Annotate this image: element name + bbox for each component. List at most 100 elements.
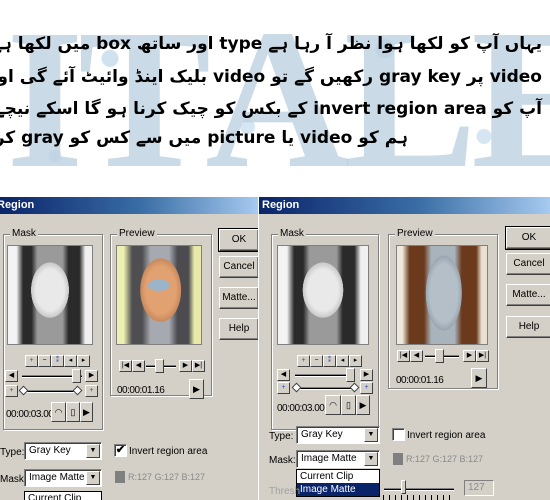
preview-last-button[interactable]: ▶| (192, 360, 205, 372)
mask-time-display: 00:00:03.00 (277, 403, 325, 414)
prev-keyframe-button[interactable]: ◂ (336, 355, 349, 367)
play-icon: ▶ (193, 384, 200, 394)
next-keyframe-button[interactable]: ▸ (349, 355, 362, 367)
dialog-titlebar[interactable]: Region (0, 197, 258, 214)
range-track[interactable] (295, 387, 355, 390)
threshold-ticks (383, 495, 455, 500)
invert-region-checkbox[interactable]: ✔ (114, 444, 127, 457)
play-icon: ▶ (83, 407, 90, 417)
preview-timeline-thumb[interactable] (155, 359, 164, 373)
start-keyframe-button[interactable]: + (5, 385, 18, 397)
mask-group-label: Mask (278, 228, 306, 239)
first-frame-icon: |◀ (399, 352, 408, 359)
step-forward-button[interactable]: ▶ (85, 370, 98, 382)
dropdown-option[interactable]: Current Clip (297, 470, 379, 483)
region-dialog-left: Region Mask + − ⁑ ◂ ▸ ◀ ▶ + + 00:00:03.0… (0, 197, 258, 500)
chevron-down-icon[interactable]: ▼ (86, 471, 100, 485)
chevron-down-icon[interactable]: ▼ (86, 444, 100, 458)
preview-timeline-thumb[interactable] (435, 349, 444, 363)
step-forward-icon: ▶ (363, 371, 370, 378)
invert-region-checkbox[interactable] (392, 428, 405, 441)
step-back-button[interactable]: ◀ (5, 370, 18, 382)
rgb-readout: R:127 G:127 B:127 (406, 454, 484, 464)
dialog-titlebar[interactable]: Region (259, 197, 550, 214)
range-track[interactable] (22, 390, 78, 393)
cancel-button[interactable]: Cancel (219, 256, 258, 278)
next-keyframe-button[interactable]: ▸ (77, 355, 90, 367)
help-button[interactable]: Help (219, 318, 258, 340)
mask-timeline-thumb[interactable] (346, 368, 355, 382)
add-keyframe-icon: + (301, 357, 306, 364)
step-forward-button[interactable]: ▶ (360, 369, 373, 381)
start-keyframe-button[interactable]: + (277, 382, 290, 394)
step-back-button[interactable]: ◀ (277, 369, 290, 381)
threshold-spinbox[interactable]: 127 (464, 480, 494, 496)
threshold-thumb[interactable] (401, 480, 406, 494)
delete-keyframe-button[interactable]: − (310, 355, 323, 367)
preview-prev-button[interactable]: ◀ (132, 360, 145, 372)
preview-last-button[interactable]: ▶| (476, 350, 489, 362)
keyframe-tool-button[interactable]: ⁑ (323, 355, 336, 367)
next-frame-icon: ▶ (466, 352, 473, 359)
cancel-button[interactable]: Cancel (506, 253, 550, 275)
key-color-swatch[interactable] (393, 453, 403, 465)
type-label: Type: (269, 431, 294, 442)
mask-field-label: Mask: (0, 474, 27, 485)
dropdown-option-selected[interactable]: Image Matte (297, 483, 379, 496)
type-select-value: Gray Key (29, 445, 71, 456)
mask-timeline-thumb[interactable] (72, 369, 81, 383)
preview-first-button[interactable]: |◀ (119, 360, 132, 372)
first-frame-icon: |◀ (121, 362, 130, 369)
prev-keyframe-button[interactable]: ◂ (64, 355, 77, 367)
key-color-swatch[interactable] (115, 471, 125, 483)
next-frame-icon: ▶ (182, 362, 189, 369)
preview-next-button[interactable]: ▶ (463, 350, 476, 362)
last-frame-icon: ▶| (194, 362, 203, 369)
mask-play-button[interactable]: ▶ (80, 402, 93, 422)
instruction-line: آپ کو invert region area کے بکس کو چیک ک… (0, 99, 542, 119)
mask-clip-button[interactable]: ▯ (66, 402, 80, 422)
invert-region-label: Invert region area (129, 446, 208, 457)
type-select-value: Gray Key (301, 429, 343, 440)
preview-play-button[interactable]: ▶ (189, 379, 204, 399)
preview-first-button[interactable]: |◀ (397, 350, 410, 362)
type-select[interactable]: Gray Key ▼ (24, 442, 102, 460)
add-keyframe-button[interactable]: + (25, 355, 38, 367)
mask-clip-button[interactable]: ▯ (341, 395, 356, 415)
chevron-down-icon[interactable]: ▼ (364, 428, 378, 442)
mask-fit-button[interactable]: ◠ (51, 402, 66, 422)
preview-group-label: Preview (395, 228, 435, 239)
delete-keyframe-button[interactable]: − (38, 355, 51, 367)
preview-play-button[interactable]: ▶ (471, 368, 487, 388)
end-keyframe-button[interactable]: + (360, 382, 373, 394)
preview-image (116, 245, 202, 345)
matte-button[interactable]: Matte... (506, 284, 550, 306)
rgb-readout: R:127 G:127 B:127 (128, 472, 206, 482)
threshold-track[interactable] (384, 488, 454, 491)
add-keyframe-button[interactable]: + (297, 355, 310, 367)
dropdown-option[interactable]: Current Clip (25, 492, 101, 500)
preview-image (396, 245, 488, 345)
ok-button[interactable]: OK (505, 226, 550, 250)
matte-button[interactable]: Matte... (219, 287, 258, 309)
preview-time-display: 00:00:01.16 (396, 375, 444, 386)
mask-select[interactable]: Image Matte ▼ (296, 450, 380, 468)
mask-select[interactable]: Image Matte ▼ (24, 469, 102, 487)
mask-field-label: Mask: (269, 455, 296, 466)
mask-play-button[interactable]: ▶ (356, 395, 370, 415)
preview-prev-button[interactable]: ◀ (410, 350, 423, 362)
preview-next-button[interactable]: ▶ (179, 360, 192, 372)
keyframe-tool-button[interactable]: ⁑ (51, 355, 64, 367)
instruction-line: یہاں آپ کو لکھا ہوا نظر آ رہا ہے type او… (0, 34, 542, 54)
help-button[interactable]: Help (506, 316, 550, 338)
region-dialog-right: Region Mask + − ⁑ ◂ ▸ ◀ ▶ + + 00:00:03.0… (258, 197, 550, 500)
mask-image (277, 245, 369, 345)
preview-time-display: 00:00:01.16 (117, 385, 165, 396)
mask-fit-button[interactable]: ◠ (325, 395, 341, 415)
ok-button[interactable]: OK (218, 228, 258, 252)
chevron-down-icon[interactable]: ▼ (364, 452, 378, 466)
type-select[interactable]: Gray Key ▼ (296, 426, 380, 444)
end-keyframe-button[interactable]: + (85, 385, 98, 397)
add-keyframe-icon: + (29, 357, 34, 364)
mask-time-display: 00:00:03.00 (6, 409, 54, 420)
